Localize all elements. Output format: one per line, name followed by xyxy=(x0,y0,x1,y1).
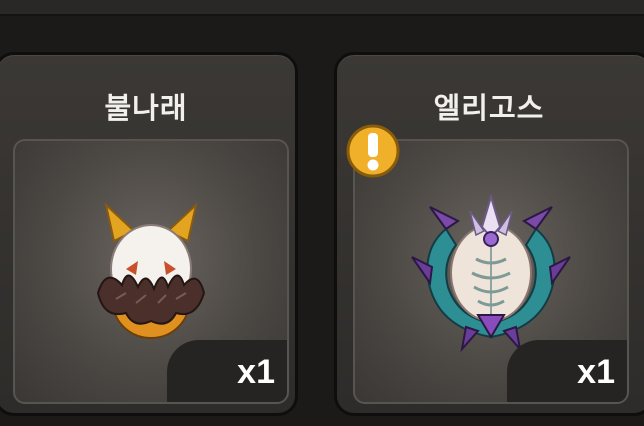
pet-card-bullarae[interactable]: 불나래 x1 xyxy=(0,52,298,416)
item-count-badge: x1 xyxy=(167,340,287,402)
item-count: x1 xyxy=(237,352,275,391)
fire-egg-icon xyxy=(96,201,206,339)
item-count: x1 xyxy=(577,352,615,391)
crystal-dragon-egg-icon xyxy=(411,193,571,352)
pet-card-title: 엘리고스 xyxy=(433,91,545,125)
pet-egg-slot[interactable]: x1 xyxy=(13,139,289,404)
exclamation-alert-icon xyxy=(346,124,400,178)
pet-card-title: 불나래 xyxy=(104,91,188,125)
top-bar-strip xyxy=(0,0,644,16)
item-count-badge: x1 xyxy=(507,340,627,402)
pet-card-eligos[interactable]: 엘리고스 x1 xyxy=(334,52,644,416)
pet-egg-slot[interactable]: x1 xyxy=(353,139,629,404)
